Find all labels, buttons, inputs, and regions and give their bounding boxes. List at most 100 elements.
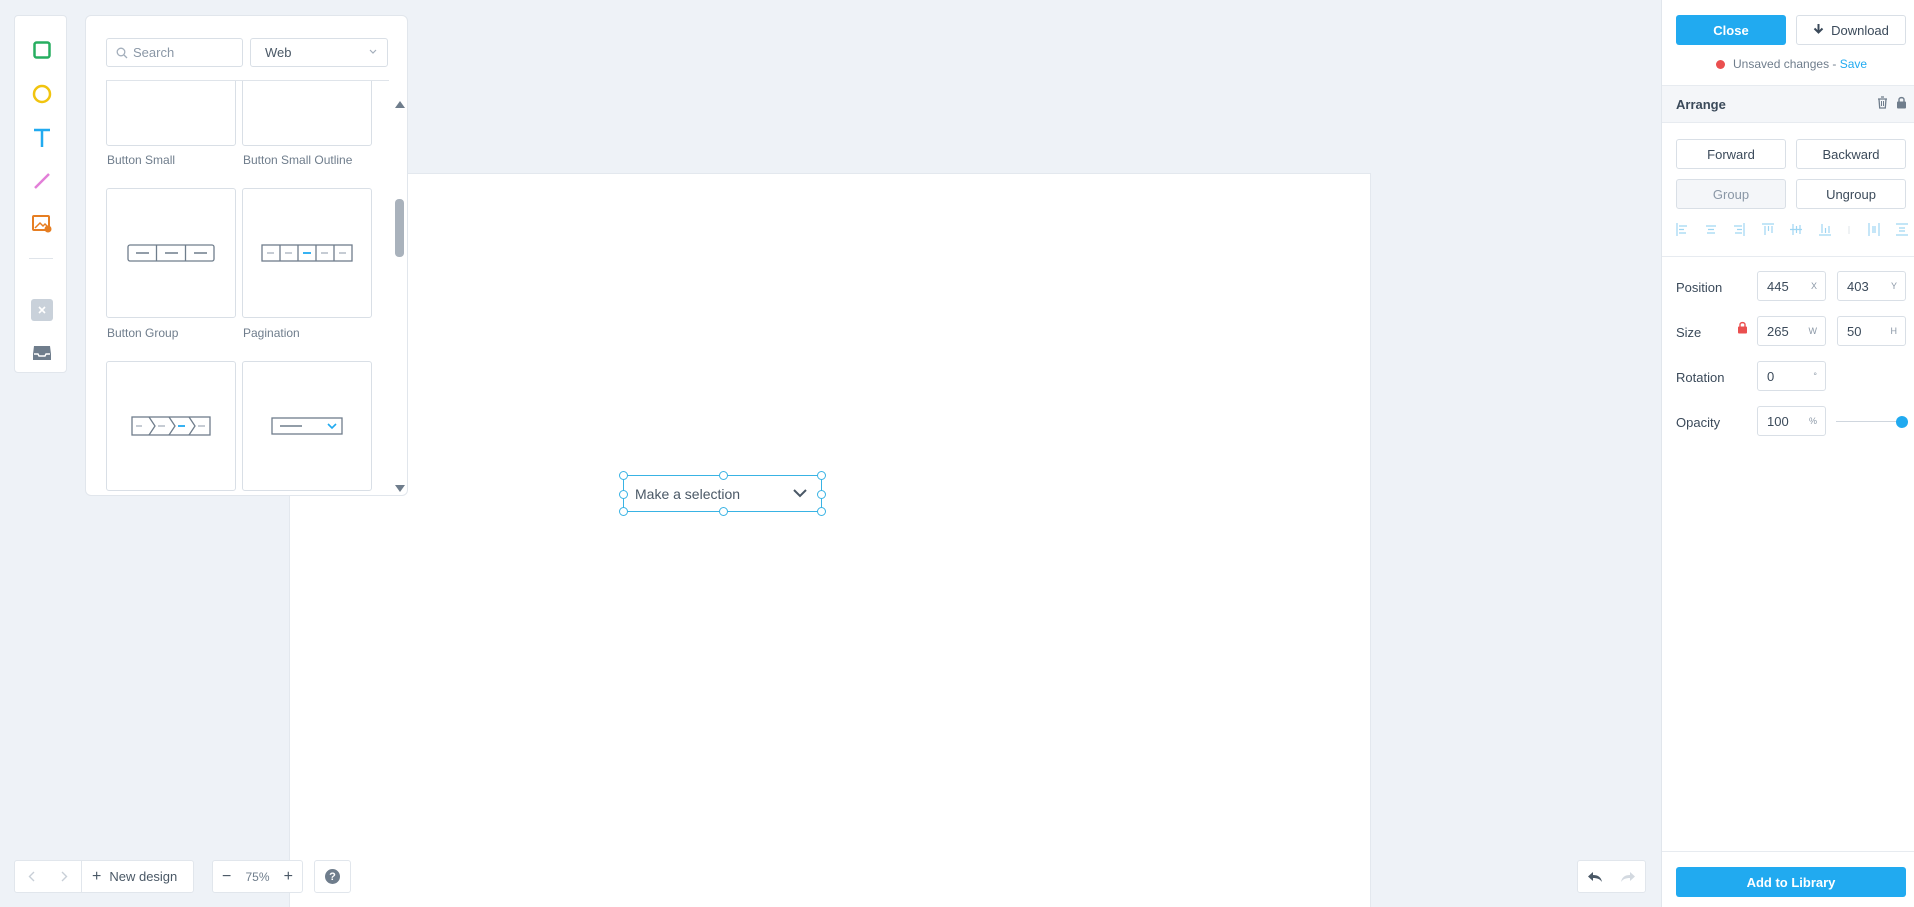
position-x-input[interactable]: 445 X (1757, 271, 1826, 301)
rotation-value: 0 (1767, 368, 1775, 384)
resize-handle-ne[interactable] (817, 471, 826, 480)
help-button[interactable]: ? (314, 860, 351, 893)
align-center-vertical-icon[interactable] (1790, 223, 1802, 236)
size-width-input[interactable]: 265 W (1757, 316, 1826, 346)
resize-handle-e[interactable] (817, 490, 826, 499)
distribute-horizontal-icon[interactable] (1867, 223, 1880, 236)
toolbar-divider (29, 258, 53, 259)
image-tool[interactable] (15, 207, 68, 241)
chevron-down-icon (793, 489, 807, 498)
library-item-label: Pagination (243, 326, 300, 340)
clear-icon (30, 299, 53, 321)
distribute-vertical-icon[interactable] (1896, 223, 1908, 236)
tool-sidebar (14, 15, 67, 373)
panel-divider (1662, 256, 1914, 257)
clear-tool[interactable] (15, 293, 68, 327)
opacity-input[interactable]: 100 % (1757, 406, 1826, 436)
unit-x: X (1810, 281, 1817, 291)
align-top-icon[interactable] (1761, 223, 1774, 236)
scroll-down-arrow-icon[interactable] (395, 485, 405, 492)
redo-icon[interactable] (1620, 871, 1636, 883)
category-value: Web (265, 45, 292, 60)
steps-thumbnail-icon (131, 416, 211, 436)
trash-icon[interactable] (1877, 96, 1888, 109)
resize-handle-n[interactable] (719, 471, 728, 480)
new-design-button[interactable]: + New design (82, 868, 177, 886)
save-link[interactable]: Save (1840, 57, 1867, 71)
download-button[interactable]: Download (1796, 15, 1906, 45)
search-icon (116, 47, 128, 59)
forward-button[interactable]: Forward (1676, 139, 1786, 169)
undo-icon[interactable] (1587, 871, 1603, 883)
zoom-level: 75% (245, 869, 270, 884)
close-button[interactable]: Close (1676, 15, 1786, 45)
lock-icon[interactable] (1896, 96, 1907, 109)
library-item-breadcrumb-steps[interactable] (106, 361, 236, 491)
unit-h: H (1890, 326, 1898, 336)
position-y-input[interactable]: 403 Y (1837, 271, 1906, 301)
ellipse-icon (32, 84, 51, 104)
resize-handle-se[interactable] (817, 507, 826, 516)
pagination-thumbnail-icon (261, 244, 353, 262)
resize-handle-w[interactable] (619, 490, 628, 499)
separator-icon (1848, 226, 1850, 234)
library-category-select[interactable]: Web (250, 38, 388, 67)
align-center-horizontal-icon[interactable] (1705, 223, 1717, 236)
design-canvas[interactable] (289, 173, 1371, 907)
text-tool[interactable] (15, 121, 68, 155)
download-label: Download (1831, 22, 1889, 38)
chevron-right-icon (61, 871, 68, 882)
scroll-up-arrow-icon[interactable] (395, 101, 405, 108)
selected-dropdown-element[interactable]: Make a selection (619, 471, 826, 516)
add-to-library-button[interactable]: Add to Library (1676, 867, 1906, 897)
library-item-select[interactable] (242, 361, 372, 491)
arrange-section-header: Arrange (1662, 86, 1914, 122)
library-item-button-small[interactable] (106, 81, 236, 146)
library-item-button-small-outline[interactable] (242, 81, 372, 146)
resize-handle-sw[interactable] (619, 507, 628, 516)
position-label: Position (1676, 280, 1723, 295)
prev-design-button[interactable] (15, 860, 48, 893)
backward-button[interactable]: Backward (1796, 139, 1906, 169)
zoom-in-button[interactable]: + (284, 868, 293, 886)
rectangle-tool[interactable] (15, 33, 68, 67)
button-group-thumbnail-icon (127, 244, 215, 262)
aspect-lock-icon[interactable] (1737, 321, 1748, 334)
line-tool[interactable] (15, 164, 68, 198)
text-icon (33, 128, 50, 147)
plus-icon: + (92, 867, 102, 885)
unit-percent: % (1808, 416, 1817, 426)
library-search-input[interactable]: Search (106, 38, 243, 67)
search-placeholder: Search (133, 45, 175, 60)
component-library-panel: Search Web Button Small Button Small Out… (85, 15, 408, 496)
size-label: Size (1676, 325, 1702, 340)
resize-handle-s[interactable] (719, 507, 728, 516)
resize-handle-nw[interactable] (619, 471, 628, 480)
library-item-list[interactable]: Button Small Button Small Outline Button… (86, 81, 386, 493)
opacity-slider-handle[interactable] (1896, 416, 1908, 428)
ellipse-tool[interactable] (15, 77, 68, 111)
library-scrollbar[interactable] (393, 16, 405, 492)
inbox-tool[interactable] (15, 336, 68, 370)
library-item-button-group[interactable] (106, 188, 236, 318)
unit-y: Y (1890, 281, 1897, 291)
align-right-icon[interactable] (1733, 223, 1745, 236)
history-controls (1577, 860, 1646, 893)
next-design-button[interactable] (48, 860, 81, 893)
unit-degree: ° (1813, 371, 1817, 381)
scroll-thumb[interactable] (395, 199, 404, 257)
size-height-input[interactable]: 50 H (1837, 316, 1906, 346)
design-navigation-bar: + New design (14, 860, 194, 893)
library-item-pagination[interactable] (242, 188, 372, 318)
ungroup-button[interactable]: Ungroup (1796, 179, 1906, 209)
properties-panel: Close Download Unsaved changes - Save Ar… (1661, 0, 1914, 907)
rotation-input[interactable]: 0 ° (1757, 361, 1826, 391)
rotation-label: Rotation (1676, 370, 1725, 385)
image-icon (31, 215, 51, 233)
unsaved-dot-icon (1716, 59, 1725, 69)
align-bottom-icon[interactable] (1818, 223, 1831, 236)
opacity-slider-track[interactable] (1836, 421, 1902, 422)
group-button[interactable]: Group (1676, 179, 1786, 209)
align-left-icon[interactable] (1676, 223, 1688, 236)
zoom-out-button[interactable]: − (222, 868, 231, 886)
